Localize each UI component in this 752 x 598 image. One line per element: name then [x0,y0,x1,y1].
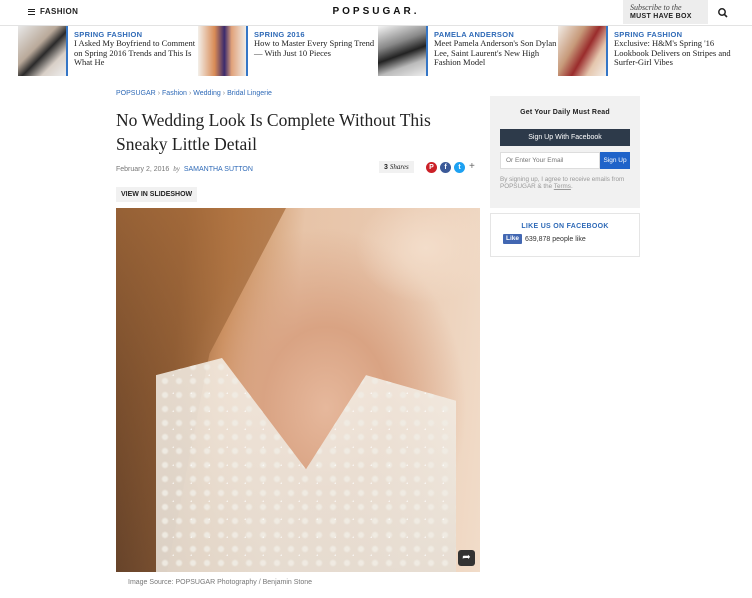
facebook-icon[interactable]: f [440,162,451,173]
breadcrumb-separator: › [188,90,192,97]
promo-card[interactable]: SPRING FASHION I Asked My Boyfriend to C… [18,26,198,76]
terms-link[interactable]: Terms [554,183,571,190]
share-count: 3 [384,164,388,171]
subscribe-line2: MUST HAVE BOX [630,13,692,20]
promo-title: How to Master Every Spring Trend — With … [254,38,375,58]
share-arrow-icon[interactable]: ➦ [458,550,475,566]
article-date: February 2, 2016 [116,166,170,173]
breadcrumb-item-popsugar[interactable]: POPSUGAR [116,90,156,97]
breadcrumb-item-wedding[interactable]: Wedding [193,90,221,97]
pinterest-icon[interactable]: P [426,162,437,173]
legal-text: By signing up, I agree to receive emails… [500,176,630,190]
breadcrumb-item-bridal-lingerie[interactable]: Bridal Lingerie [227,90,272,97]
top-nav-bar: FASHION POPSUGAR. Subscribe to the MUST … [0,0,752,26]
promo-title: Meet Pamela Anderson's Son Dylan Lee, Sa… [434,38,557,67]
newsletter-signup-box: Get Your Daily Must Read Sign Up With Fa… [490,96,640,208]
promo-thumbnail [558,26,608,76]
promo-thumbnail [18,26,68,76]
subscribe-must-have-box[interactable]: Subscribe to the MUST HAVE BOX [623,0,708,24]
promo-strip: SPRING FASHION I Asked My Boyfriend to C… [18,26,738,76]
breadcrumb-separator: › [157,90,161,97]
email-field[interactable] [500,152,600,169]
promo-thumbnail [378,26,428,76]
legal-end: . [570,183,573,190]
article-meta: February 2, 2016 by SAMANTHA SUTTON [116,165,253,173]
breadcrumb-separator: › [222,90,226,97]
facebook-signup-button[interactable]: Sign Up With Facebook [500,129,630,146]
share-count-label: Shares [389,163,409,171]
article-title: No Wedding Look Is Complete Without This… [116,110,431,154]
breadcrumb-item-fashion[interactable]: Fashion [162,90,187,97]
promo-card[interactable]: SPRING 2016 How to Master Every Spring T… [198,26,378,76]
breadcrumb: POPSUGAR › Fashion › Wedding › Bridal Lingerie [116,90,272,97]
photo-lace-area [156,358,456,572]
plus-icon[interactable]: + [469,161,475,172]
facebook-like-button[interactable]: Like [503,234,523,244]
like-us-title[interactable]: LIKE US ON FACEBOOK [503,223,627,230]
promo-thumbnail [198,26,248,76]
email-signup-button[interactable]: Sign Up [600,152,630,169]
image-caption: Image Source: POPSUGAR Photography / Ben… [128,579,313,586]
share-count-badge: 3 Shares [379,161,414,173]
promo-title: I Asked My Boyfriend to Comment on Sprin… [74,38,196,67]
author-link[interactable]: SAMANTHA SUTTON [184,166,253,173]
promo-title: Exclusive: H&M's Spring '16 Lookbook Del… [614,38,731,67]
promo-card[interactable]: PAMELA ANDERSON Meet Pamela Anderson's S… [378,26,558,76]
like-button-label: Like [506,235,520,242]
subscribe-line1: Subscribe to the [630,3,682,12]
view-slideshow-button[interactable]: VIEW IN SLIDESHOW [116,187,198,202]
like-count: 639,878 people like [525,235,586,243]
facebook-like-box: LIKE US ON FACEBOOK Like 639,878 people … [490,213,640,257]
promo-card[interactable]: SPRING FASHION Exclusive: H&M's Spring '… [558,26,738,76]
byline-label: by [173,165,180,173]
article-hero-photo[interactable] [116,208,480,572]
search-icon[interactable] [716,6,730,20]
newsletter-title: Get Your Daily Must Read [520,109,610,116]
twitter-icon[interactable]: t [454,162,465,173]
